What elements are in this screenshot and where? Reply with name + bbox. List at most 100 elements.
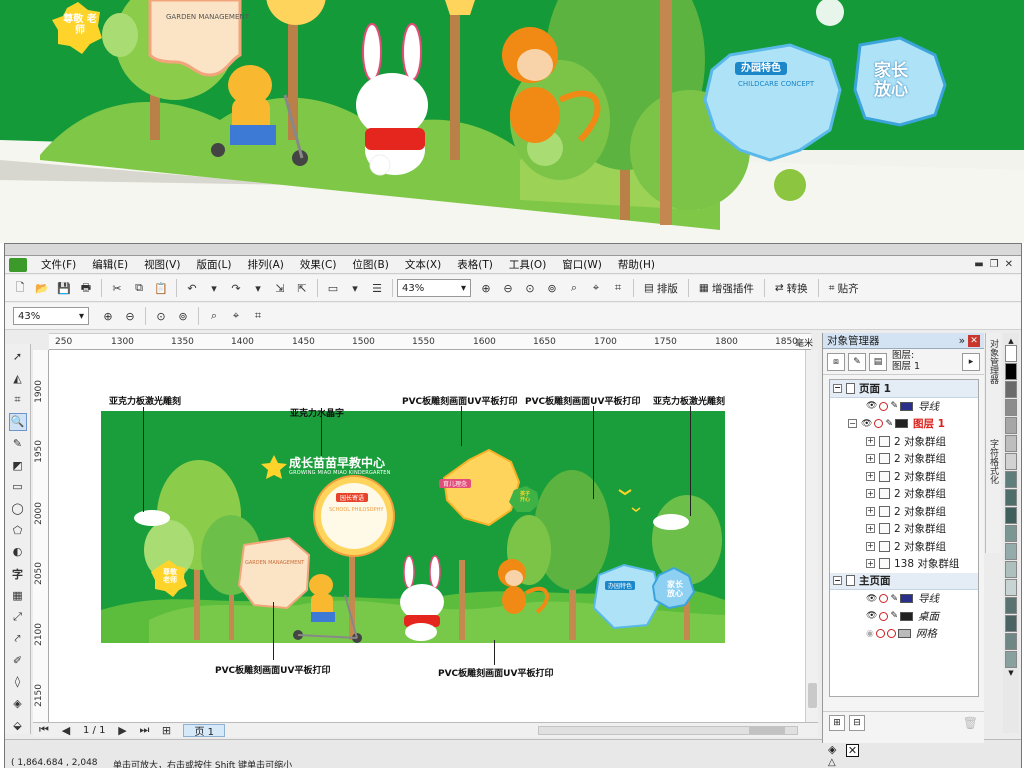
- freehand-tool-icon[interactable]: ✎: [9, 435, 27, 453]
- palette-swatch[interactable]: [1005, 453, 1017, 470]
- editable-pencil-icon[interactable]: ✎: [890, 594, 898, 604]
- zoom-all-icon[interactable]: ⊚: [543, 279, 561, 297]
- app-launcher-icon[interactable]: ▭: [324, 279, 342, 297]
- zoom-width-icon[interactable]: ⌖: [587, 279, 605, 297]
- launcher-dropdown-icon[interactable]: ▾: [346, 279, 364, 297]
- open-folder-icon[interactable]: 📂: [33, 279, 51, 297]
- zoom-in-icon[interactable]: ⊕: [477, 279, 495, 297]
- doc-close-icon[interactable]: ✕: [1005, 259, 1013, 270]
- zoom-all-objects-icon[interactable]: ⊚: [174, 307, 192, 325]
- visibility-eye-icon[interactable]: 👁: [861, 419, 872, 429]
- layer-manager-view-icon[interactable]: ▤: [869, 352, 887, 371]
- property-zoom-select[interactable]: 43% ▾: [13, 307, 89, 325]
- palette-swatch[interactable]: [1005, 579, 1017, 596]
- rectangle-tool-icon[interactable]: ▭: [9, 478, 27, 496]
- outline-tool-icon[interactable]: ◊: [9, 673, 27, 691]
- palette-swatch[interactable]: [1005, 417, 1017, 434]
- crop-tool-icon[interactable]: ⌗: [9, 391, 27, 409]
- tab-object-manager[interactable]: 对象管理器: [988, 339, 1000, 384]
- first-page-icon[interactable]: ⏮: [35, 721, 53, 739]
- import-icon[interactable]: ⇲: [271, 279, 289, 297]
- visibility-eye-icon[interactable]: 👁: [866, 401, 877, 411]
- fill-outline-indicator[interactable]: ◈ ✕ △: [828, 742, 868, 768]
- menu-edit[interactable]: 编辑(E): [84, 257, 136, 272]
- zoom-tool-icon[interactable]: 🔍: [8, 413, 27, 431]
- collapse-icon[interactable]: −: [848, 419, 857, 429]
- collapse-icon[interactable]: −: [833, 383, 842, 393]
- print-disabled-icon[interactable]: [879, 611, 889, 621]
- new-master-layer-icon[interactable]: ⊟: [849, 714, 865, 731]
- show-properties-icon[interactable]: ⧈: [827, 352, 845, 371]
- editable-pencil-icon[interactable]: ✎: [890, 401, 898, 411]
- palette-swatch[interactable]: [1005, 399, 1017, 416]
- palette-swatch[interactable]: [1005, 615, 1017, 632]
- tree-group-row[interactable]: + 138 对象群组: [830, 555, 978, 573]
- tree-layer-row-active[interactable]: − 👁 ✎ 图层 1: [830, 415, 978, 433]
- palette-scroll-up-icon[interactable]: ▲: [1008, 337, 1013, 345]
- tab-character-formatting[interactable]: 字符格式化: [988, 439, 1000, 484]
- horizontal-ruler[interactable]: 250 1300 1350 1400 1450 1500 1550 1600 1…: [49, 333, 811, 350]
- menu-window[interactable]: 窗口(W): [554, 257, 610, 272]
- palette-swatch[interactable]: [1005, 597, 1017, 614]
- editable-pencil-icon[interactable]: ✎: [890, 611, 898, 621]
- typeset-button[interactable]: ▤ 排版: [638, 281, 684, 296]
- zoom-level-select[interactable]: 43% ▾: [397, 279, 471, 297]
- save-icon[interactable]: 💾: [55, 279, 73, 297]
- zoom-in-icon[interactable]: ⊕: [99, 307, 117, 325]
- collapse-icon[interactable]: −: [833, 576, 842, 586]
- expand-icon[interactable]: +: [866, 489, 875, 499]
- undo-dropdown-icon[interactable]: ▾: [205, 279, 223, 297]
- palette-swatch[interactable]: [1005, 651, 1017, 668]
- expand-icon[interactable]: +: [866, 541, 875, 551]
- palette-swatch[interactable]: [1005, 435, 1017, 452]
- redo-icon[interactable]: ↷: [227, 279, 245, 297]
- palette-swatch[interactable]: [1005, 633, 1017, 650]
- page-tab[interactable]: 页 1: [183, 723, 225, 738]
- tree-group-row[interactable]: + 2 对象群组: [830, 485, 978, 503]
- doc-restore-icon[interactable]: ❐: [990, 259, 999, 270]
- horizontal-scrollbar-thumb[interactable]: [749, 726, 785, 734]
- zoom-page-icon[interactable]: ⌕: [565, 279, 583, 297]
- menu-table[interactable]: 表格(T): [449, 257, 501, 272]
- menu-bitmaps[interactable]: 位图(B): [344, 257, 396, 272]
- expand-icon[interactable]: +: [866, 454, 875, 464]
- edit-disabled-icon[interactable]: [886, 629, 896, 639]
- tree-master-page-row[interactable]: − 主页面: [830, 572, 978, 590]
- zoom-selected-icon[interactable]: ⊙: [521, 279, 539, 297]
- docker-menu-arrow-icon[interactable]: ▸: [962, 352, 980, 371]
- visibility-eye-icon[interactable]: ◉: [866, 629, 874, 639]
- menu-view[interactable]: 视图(V): [136, 257, 188, 272]
- palette-swatch[interactable]: [1005, 471, 1017, 488]
- menu-help[interactable]: 帮助(H): [610, 257, 663, 272]
- palette-swatch[interactable]: [1005, 561, 1017, 578]
- fill-tool-icon[interactable]: ◈: [9, 695, 27, 713]
- basic-shapes-icon[interactable]: ◐: [9, 543, 27, 561]
- palette-swatch[interactable]: [1005, 525, 1017, 542]
- smart-fill-icon[interactable]: ◩: [9, 456, 27, 474]
- expand-icon[interactable]: +: [866, 506, 875, 516]
- menu-arrange[interactable]: 排列(A): [240, 257, 292, 272]
- print-disabled-icon[interactable]: [879, 594, 889, 604]
- vertical-ruler[interactable]: 1900 1950 2000 2050 2100 2150: [33, 350, 49, 730]
- snap-button[interactable]: ⌗ 贴齐: [823, 281, 865, 296]
- zoom-page-width-icon[interactable]: ⌖: [227, 307, 245, 325]
- docker-close-icon[interactable]: ✕: [968, 334, 980, 347]
- next-page-icon[interactable]: ▶: [113, 721, 131, 739]
- visibility-eye-icon[interactable]: 👁: [866, 594, 877, 604]
- prev-page-icon[interactable]: ◀: [57, 721, 75, 739]
- tree-layer-row[interactable]: ◉ 网格: [830, 625, 978, 643]
- visibility-eye-icon[interactable]: 👁: [866, 611, 877, 621]
- welcome-screen-icon[interactable]: ☰: [368, 279, 386, 297]
- tree-group-row[interactable]: + 2 对象群组: [830, 520, 978, 538]
- table-tool-icon[interactable]: ▦: [9, 586, 27, 604]
- paste-icon[interactable]: 📋: [152, 279, 170, 297]
- enhance-plugin-button[interactable]: ▦ 增强插件: [693, 281, 760, 296]
- palette-swatch[interactable]: [1005, 543, 1017, 560]
- add-page-icon[interactable]: ⊞: [157, 721, 175, 739]
- export-icon[interactable]: ⇱: [293, 279, 311, 297]
- print-disabled-icon[interactable]: [875, 629, 885, 639]
- undo-icon[interactable]: ↶: [183, 279, 201, 297]
- expand-icon[interactable]: +: [866, 524, 875, 534]
- vertical-scrollbar[interactable]: [805, 350, 818, 730]
- delete-icon[interactable]: 🗑: [963, 716, 978, 730]
